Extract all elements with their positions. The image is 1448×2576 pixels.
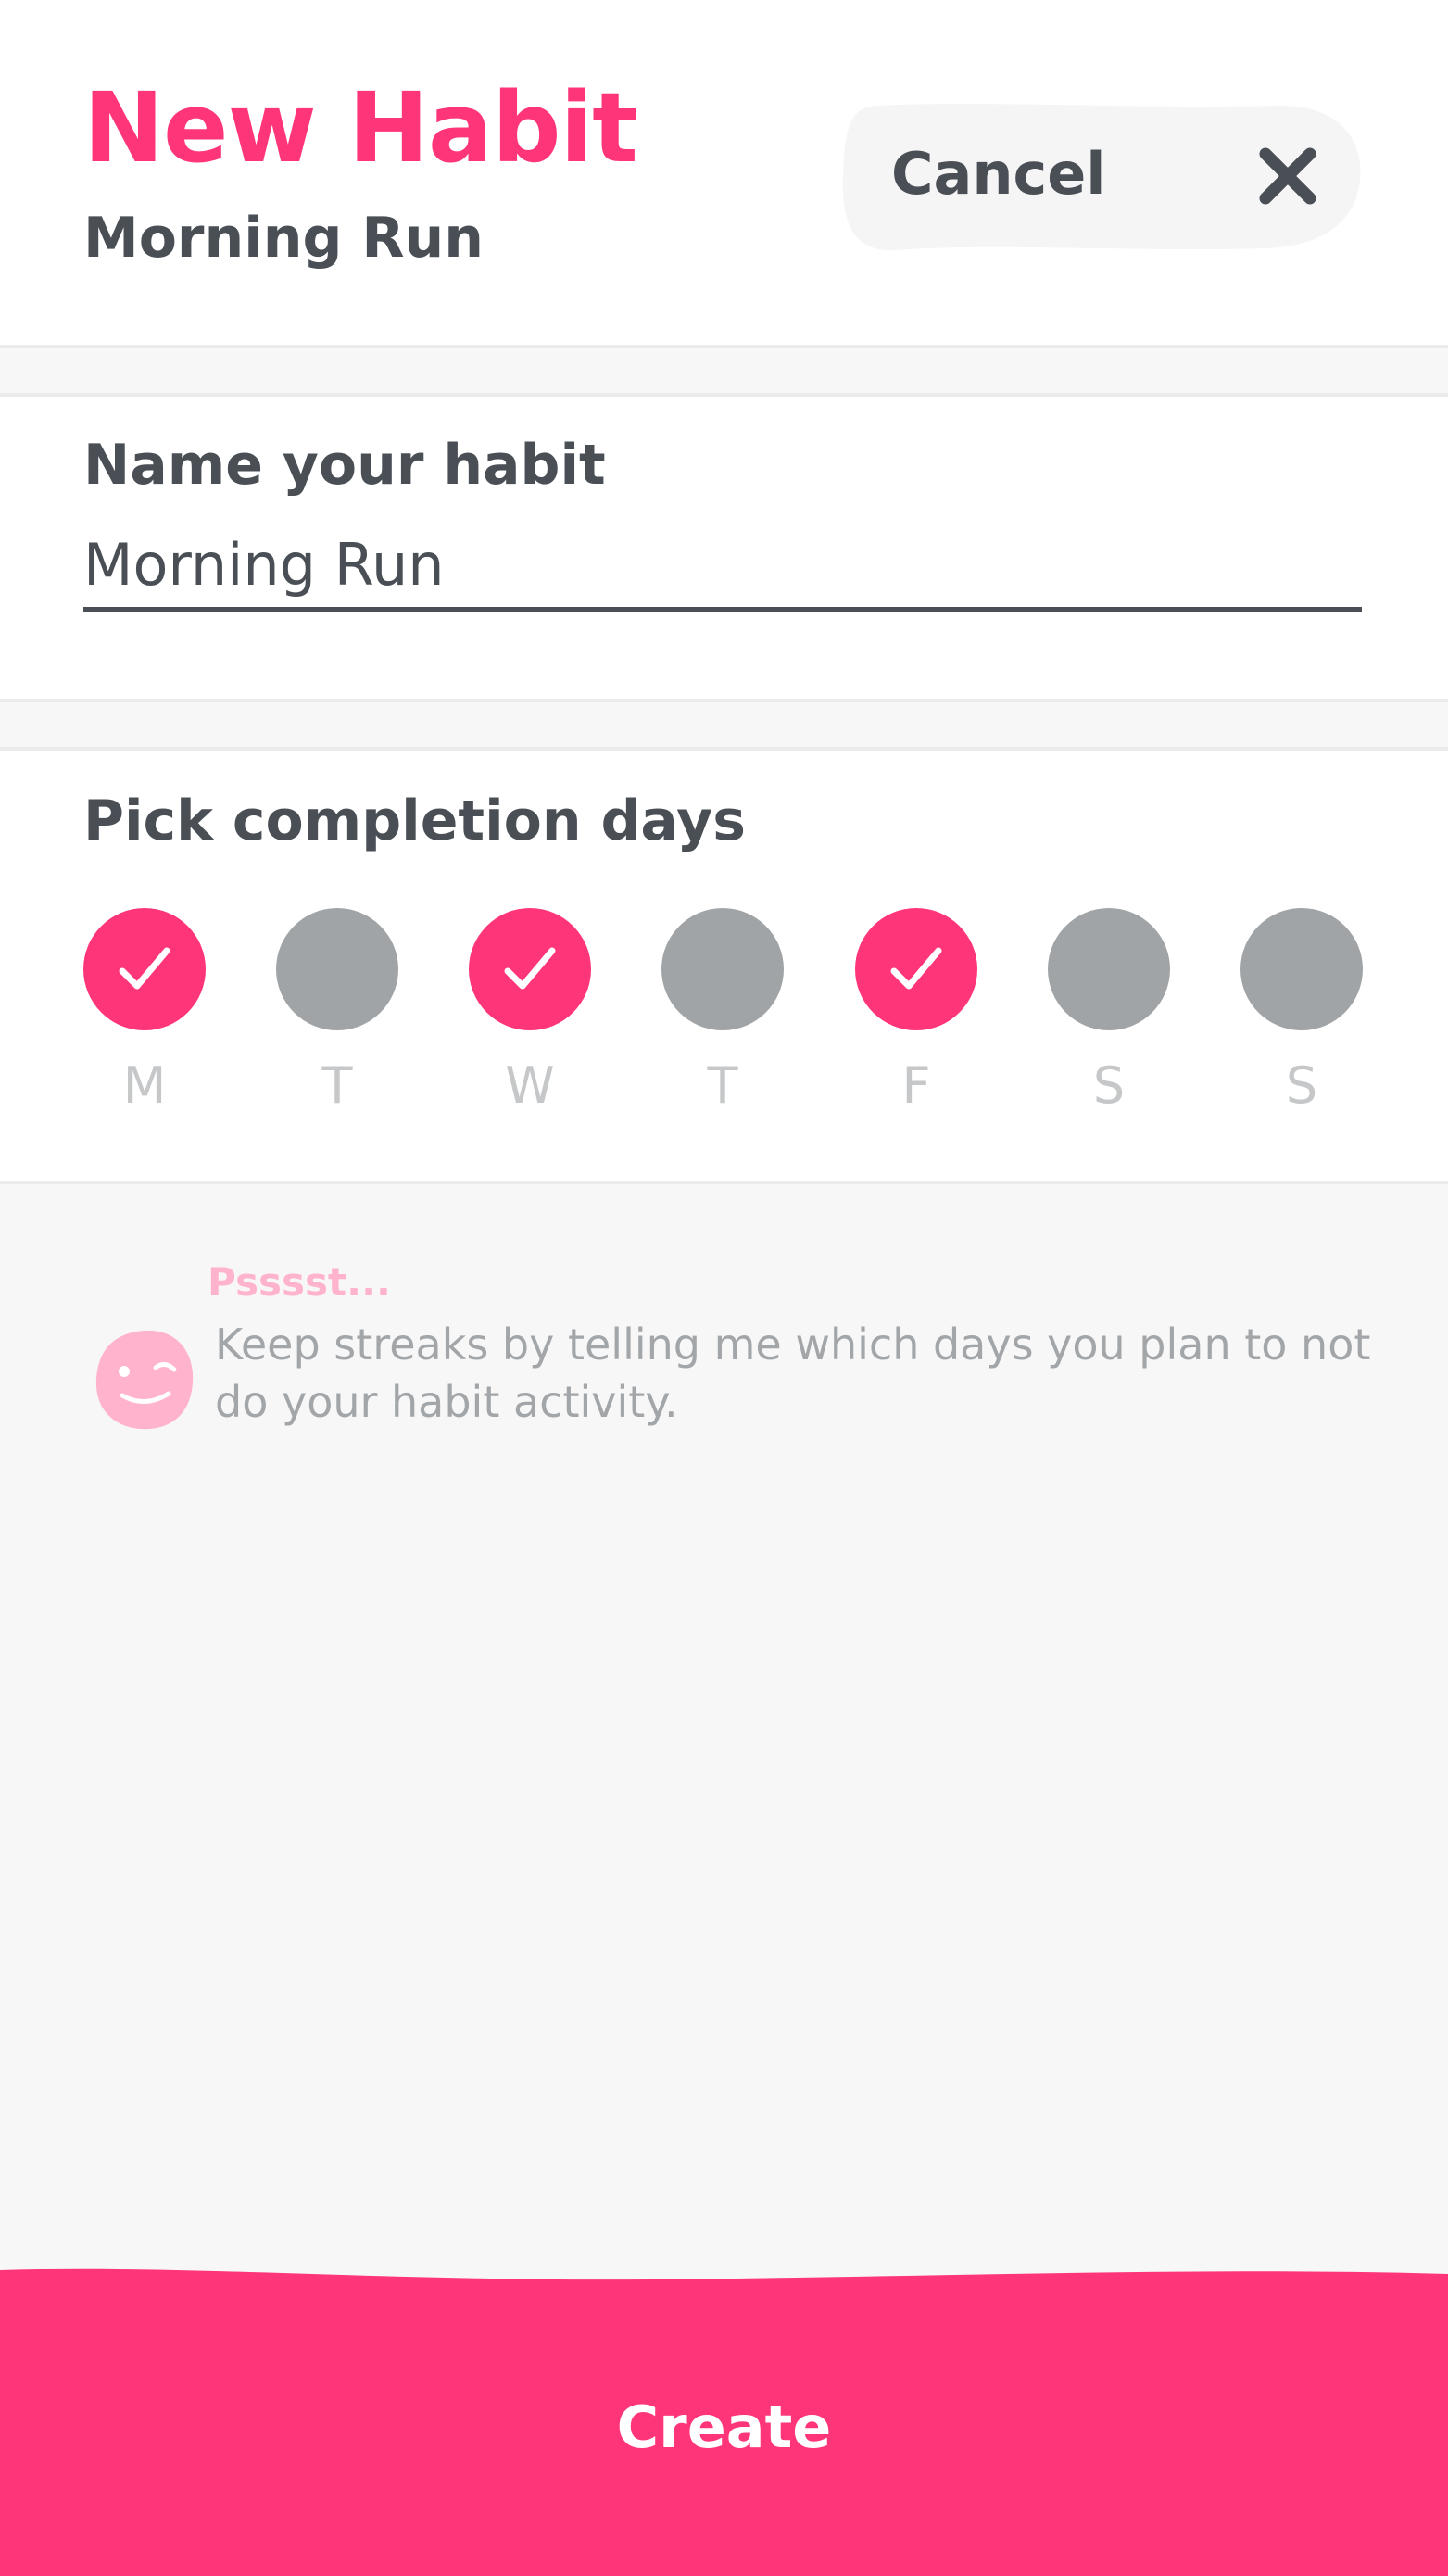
day-letter: T xyxy=(321,1056,353,1115)
name-section-label: Name your habit xyxy=(83,433,606,498)
close-icon xyxy=(1259,147,1316,205)
cancel-button[interactable]: Cancel xyxy=(839,102,1362,252)
cancel-label: Cancel xyxy=(891,140,1106,208)
create-label: Create xyxy=(616,2393,832,2461)
day-letter: T xyxy=(707,1056,738,1115)
day-circle xyxy=(1048,908,1170,1030)
checkmark-icon xyxy=(504,947,556,990)
create-button[interactable]: Create xyxy=(0,2261,1448,2576)
day-toggle-sunday[interactable]: S xyxy=(1240,908,1363,1130)
day-toggle-wednesday[interactable]: W xyxy=(469,908,591,1130)
header: New Habit Morning Run Cancel xyxy=(0,0,1448,348)
day-circle xyxy=(1240,908,1363,1030)
day-toggle-thursday[interactable]: T xyxy=(661,908,784,1130)
day-circle xyxy=(276,908,398,1030)
checkmark-icon xyxy=(119,947,170,990)
tip-title: Psssst... xyxy=(208,1259,391,1305)
day-letter: F xyxy=(901,1056,931,1115)
tip-text: Keep streaks by telling me which days yo… xyxy=(215,1320,1371,1427)
checkmark-icon xyxy=(890,947,942,990)
day-letter: M xyxy=(122,1056,167,1115)
day-toggle-friday[interactable]: F xyxy=(855,908,977,1130)
day-toggle-tuesday[interactable]: T xyxy=(276,908,398,1130)
habit-subtitle: Morning Run xyxy=(83,206,484,271)
day-picker: M T W T F S S xyxy=(83,908,1364,1130)
day-toggle-saturday[interactable]: S xyxy=(1048,908,1170,1130)
day-toggle-monday[interactable]: M xyxy=(83,908,206,1130)
page-title: New Habit xyxy=(83,71,638,184)
day-letter: S xyxy=(1092,1056,1126,1115)
day-circle xyxy=(469,908,591,1030)
name-section: Name your habit xyxy=(0,393,1448,702)
day-letter: S xyxy=(1285,1056,1318,1115)
day-circle xyxy=(855,908,977,1030)
habit-name-input[interactable] xyxy=(83,523,1362,612)
day-circle xyxy=(83,908,206,1030)
day-circle xyxy=(661,908,784,1030)
days-section-label: Pick completion days xyxy=(83,789,746,853)
days-section: Pick completion days M T W T F S S xyxy=(0,747,1448,1184)
winking-face-icon xyxy=(95,1330,194,1430)
day-letter: W xyxy=(505,1056,555,1115)
